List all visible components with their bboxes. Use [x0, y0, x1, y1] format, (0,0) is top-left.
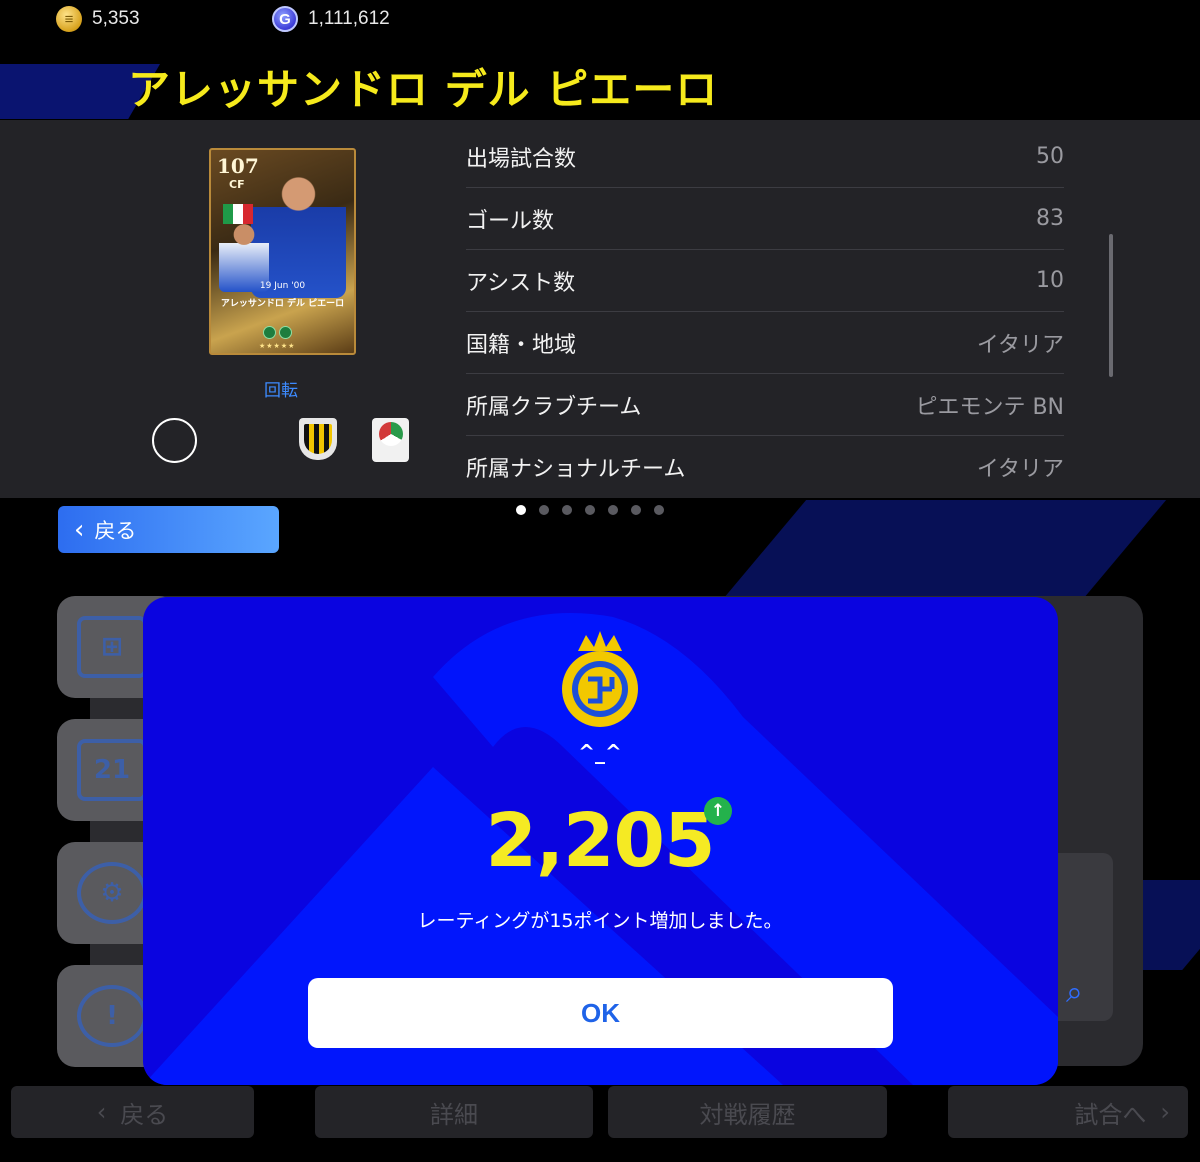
to-match-button[interactable]: 試合へ ›	[948, 1086, 1188, 1138]
page-title: アレッサンドロ デル ピエーロ	[128, 65, 719, 114]
stat-row-club: 所属クラブチーム ピエモンテ BN	[466, 374, 1064, 436]
stat-row-goals: ゴール数 83	[466, 188, 1064, 250]
details-button[interactable]: 詳細	[315, 1086, 593, 1138]
coin-amount: 5,353	[92, 8, 140, 29]
page-dot[interactable]	[562, 505, 572, 515]
back-button-label: 戻る	[94, 518, 137, 543]
card-stars: ★★★★★	[259, 342, 296, 350]
page-dot[interactable]	[608, 505, 618, 515]
coin-balance: ≡ 5,353	[56, 6, 140, 32]
chevron-left-icon: ‹	[74, 514, 85, 545]
stat-value: ピエモンテ BN	[915, 394, 1064, 420]
back-button[interactable]: ‹ 戻る	[58, 506, 279, 553]
stat-label: 所属ナショナルチーム	[466, 457, 686, 482]
stat-row-appearances: 出場試合数 50	[466, 126, 1064, 188]
card-rating: 107	[217, 154, 259, 178]
stat-row-national-team: 所属ナショナルチーム イタリア	[466, 436, 1064, 498]
user-name: ^_^	[578, 740, 622, 764]
to-match-label: 試合へ	[1074, 1100, 1147, 1129]
stat-value: イタリア	[976, 457, 1064, 482]
page-indicator[interactable]	[516, 505, 664, 515]
stat-value: 83	[1036, 206, 1064, 231]
gp-balance: G 1,111,612	[272, 6, 390, 32]
stat-value: 10	[1036, 268, 1064, 293]
national-team-flag-icon	[223, 426, 270, 457]
club-emblem-icon	[299, 418, 337, 460]
page-dot[interactable]	[585, 505, 595, 515]
rotate-card-link[interactable]: 回転	[264, 376, 298, 401]
card-badges	[263, 326, 292, 339]
page-dot[interactable]	[631, 505, 641, 515]
page-dot[interactable]	[516, 505, 526, 515]
lightbulb-icon: !	[77, 985, 147, 1047]
card-position: CF	[229, 178, 245, 191]
arrow-up-icon: ↑	[704, 797, 732, 825]
ok-button[interactable]: OK	[308, 978, 893, 1048]
stat-label: ゴール数	[466, 208, 555, 234]
gp-icon: G	[272, 6, 298, 32]
stat-value: 50	[1036, 144, 1064, 169]
page-dot[interactable]	[539, 505, 549, 515]
background-stripe	[713, 500, 1167, 610]
pitch-icon: ⊞	[77, 616, 147, 678]
league-emblem-icon	[372, 418, 409, 462]
stat-label: 所属クラブチーム	[466, 394, 642, 420]
club-logo-icon	[562, 631, 638, 727]
rating-message: レーティングが15ポイント増加しました。	[417, 910, 783, 932]
stat-row-nationality: 国籍・地域 イタリア	[466, 312, 1064, 374]
bottom-back-label: 戻る	[120, 1100, 169, 1129]
gp-amount: 1,111,612	[308, 8, 390, 29]
chevron-left-icon: ‹	[96, 1098, 107, 1126]
match-history-label: 対戦履歴	[699, 1100, 796, 1129]
card-player-name: アレッサンドロ デル ピエーロ	[220, 299, 345, 309]
details-label: 詳細	[430, 1100, 478, 1129]
player-stats-list[interactable]: 出場試合数 50 ゴール数 83 アシスト数 10 国籍・地域 イタリア 所属ク…	[466, 126, 1064, 498]
stat-value: イタリア	[976, 332, 1064, 358]
card-date: 19 Jun '00	[259, 281, 306, 291]
match-history-button[interactable]: 対戦履歴	[608, 1086, 887, 1138]
player-card[interactable]: 107 CF 19 Jun '00 アレッサンドロ デル ピエーロ ★★★★★	[209, 148, 356, 355]
rating-value: 2,205	[485, 798, 715, 884]
bottom-back-button[interactable]: ‹ 戻る	[11, 1086, 254, 1138]
chevron-right-icon: ›	[1160, 1098, 1170, 1126]
card-flag-icon	[223, 204, 253, 224]
stat-label: 出場試合数	[466, 146, 577, 172]
page-dot[interactable]	[654, 505, 664, 515]
coin-icon: ≡	[56, 6, 82, 32]
nationality-flag-icon	[152, 418, 197, 463]
stat-label: アシスト数	[466, 270, 576, 296]
stat-row-assists: アシスト数 10	[466, 250, 1064, 312]
stat-label: 国籍・地域	[466, 332, 577, 358]
stats-scrollbar[interactable]	[1109, 234, 1113, 377]
search-icon[interactable]: ⌕	[1066, 975, 1083, 1010]
